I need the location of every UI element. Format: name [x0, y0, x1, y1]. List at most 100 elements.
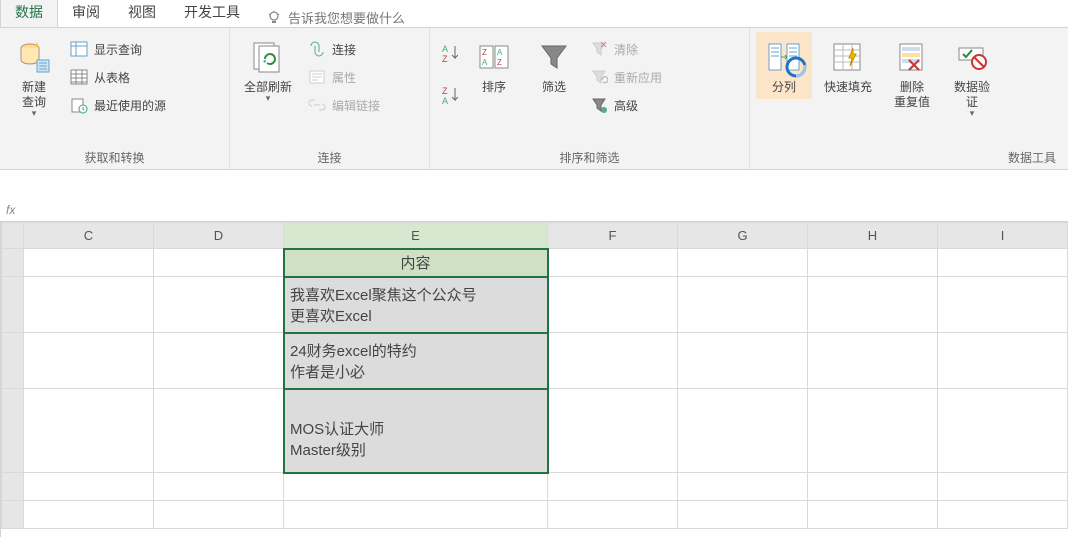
cell-E-row2[interactable]: 24财务excel的特约 作者是小必 [284, 333, 548, 389]
cell[interactable] [284, 473, 548, 501]
properties-button[interactable]: 属性 [304, 66, 384, 88]
cell[interactable] [154, 389, 284, 473]
cell[interactable] [808, 389, 938, 473]
clear-icon [590, 40, 608, 58]
row-header[interactable] [2, 333, 24, 389]
select-all-corner[interactable] [2, 223, 24, 249]
group-sort-label: 排序和筛选 [436, 146, 743, 169]
row-header[interactable] [2, 249, 24, 277]
row-header[interactable] [2, 473, 24, 501]
tell-me[interactable]: 告诉我您想要做什么 [254, 8, 417, 27]
row-header[interactable] [2, 501, 24, 529]
connections-button[interactable]: 连接 [304, 38, 384, 60]
from-table-button[interactable]: 从表格 [66, 66, 170, 88]
cell[interactable] [678, 473, 808, 501]
cell[interactable] [548, 333, 678, 389]
cell[interactable] [678, 501, 808, 529]
cell[interactable] [808, 277, 938, 333]
cell[interactable] [24, 389, 154, 473]
ribbon-tabs: 数据 审阅 视图 开发工具 告诉我您想要做什么 [0, 0, 1068, 28]
col-header-D[interactable]: D [154, 223, 284, 249]
col-header-E[interactable]: E [284, 223, 548, 249]
col-header-C[interactable]: C [24, 223, 154, 249]
dropdown-icon: ▾ [970, 108, 975, 119]
cell[interactable] [24, 501, 154, 529]
edit-links-button[interactable]: 编辑链接 [304, 94, 384, 116]
cell[interactable] [938, 333, 1068, 389]
show-query-label: 显示查询 [94, 41, 142, 58]
col-header-H[interactable]: H [808, 223, 938, 249]
sort-desc-button[interactable]: ZA [436, 84, 462, 106]
new-query-button[interactable]: 新建 查询 ▾ [6, 32, 62, 123]
sort-desc-icon: ZA [440, 86, 458, 104]
cell-E-row3[interactable]: MOS认证大师 Master级别 [284, 389, 548, 473]
formula-bar-area: fx [0, 170, 1068, 222]
worksheet-grid[interactable]: C D E F G H I 内容 我喜欢Excel聚焦这个公众号 更喜欢Exce… [0, 222, 1068, 537]
cell[interactable] [154, 333, 284, 389]
cell[interactable] [548, 277, 678, 333]
from-table-icon [70, 68, 88, 86]
filter-button[interactable]: 筛选 [526, 32, 582, 99]
tab-developer[interactable]: 开发工具 [170, 0, 254, 27]
cell[interactable] [548, 249, 678, 277]
cell[interactable] [938, 277, 1068, 333]
cell-E-header[interactable]: 内容 [284, 249, 548, 277]
remove-duplicates-label: 删除 重复值 [894, 80, 930, 110]
col-header-F[interactable]: F [548, 223, 678, 249]
svg-text:Z: Z [497, 58, 502, 67]
cell[interactable] [24, 249, 154, 277]
cell[interactable] [938, 473, 1068, 501]
flash-fill-button[interactable]: 快速填充 [816, 32, 880, 99]
col-header-G[interactable]: G [678, 223, 808, 249]
edit-links-icon [308, 96, 326, 114]
refresh-all-button[interactable]: 全部刷新 ▾ [236, 32, 300, 108]
cell[interactable] [154, 249, 284, 277]
col-header-I[interactable]: I [938, 223, 1068, 249]
cell[interactable] [24, 473, 154, 501]
svg-text:A: A [442, 44, 448, 54]
cell[interactable] [284, 501, 548, 529]
cell[interactable] [808, 333, 938, 389]
text-to-columns-button[interactable]: 分列 [756, 32, 812, 99]
cell[interactable] [808, 501, 938, 529]
cell[interactable] [548, 501, 678, 529]
cell[interactable] [548, 389, 678, 473]
edit-links-label: 编辑链接 [332, 97, 380, 114]
cell[interactable] [678, 277, 808, 333]
data-validation-button[interactable]: 数据验 证 ▾ [944, 32, 1000, 123]
show-query-button[interactable]: 显示查询 [66, 38, 170, 60]
row-header[interactable] [2, 277, 24, 333]
cell[interactable] [678, 249, 808, 277]
cell-E-row1[interactable]: 我喜欢Excel聚焦这个公众号 更喜欢Excel [284, 277, 548, 333]
svg-text:A: A [497, 48, 503, 57]
cell[interactable] [808, 249, 938, 277]
sort-asc-button[interactable]: AZ [436, 42, 462, 64]
cell[interactable] [24, 277, 154, 333]
tab-review[interactable]: 审阅 [58, 0, 114, 27]
clear-button[interactable]: 清除 [586, 38, 666, 60]
reapply-button[interactable]: 重新应用 [586, 66, 666, 88]
connections-label: 连接 [332, 41, 356, 58]
svg-text:A: A [482, 58, 488, 67]
cell[interactable] [154, 277, 284, 333]
cell[interactable] [938, 501, 1068, 529]
data-validation-label: 数据验 证 [954, 80, 990, 110]
row-header[interactable] [2, 389, 24, 473]
tab-data[interactable]: 数据 [0, 0, 58, 27]
cell[interactable] [938, 249, 1068, 277]
cell[interactable] [154, 473, 284, 501]
cell[interactable] [154, 501, 284, 529]
svg-text:A: A [442, 96, 448, 106]
sort-button[interactable]: ZAAZ 排序 [466, 32, 522, 99]
remove-duplicates-button[interactable]: 删除 重复值 [884, 32, 940, 114]
recent-sources-button[interactable]: 最近使用的源 [66, 94, 170, 116]
advanced-button[interactable]: 高级 [586, 94, 666, 116]
cell[interactable] [678, 333, 808, 389]
cell[interactable] [678, 389, 808, 473]
cell[interactable] [24, 333, 154, 389]
tab-view[interactable]: 视图 [114, 0, 170, 27]
cell[interactable] [938, 389, 1068, 473]
cell[interactable] [808, 473, 938, 501]
cell[interactable] [548, 473, 678, 501]
refresh-all-icon [251, 40, 285, 74]
